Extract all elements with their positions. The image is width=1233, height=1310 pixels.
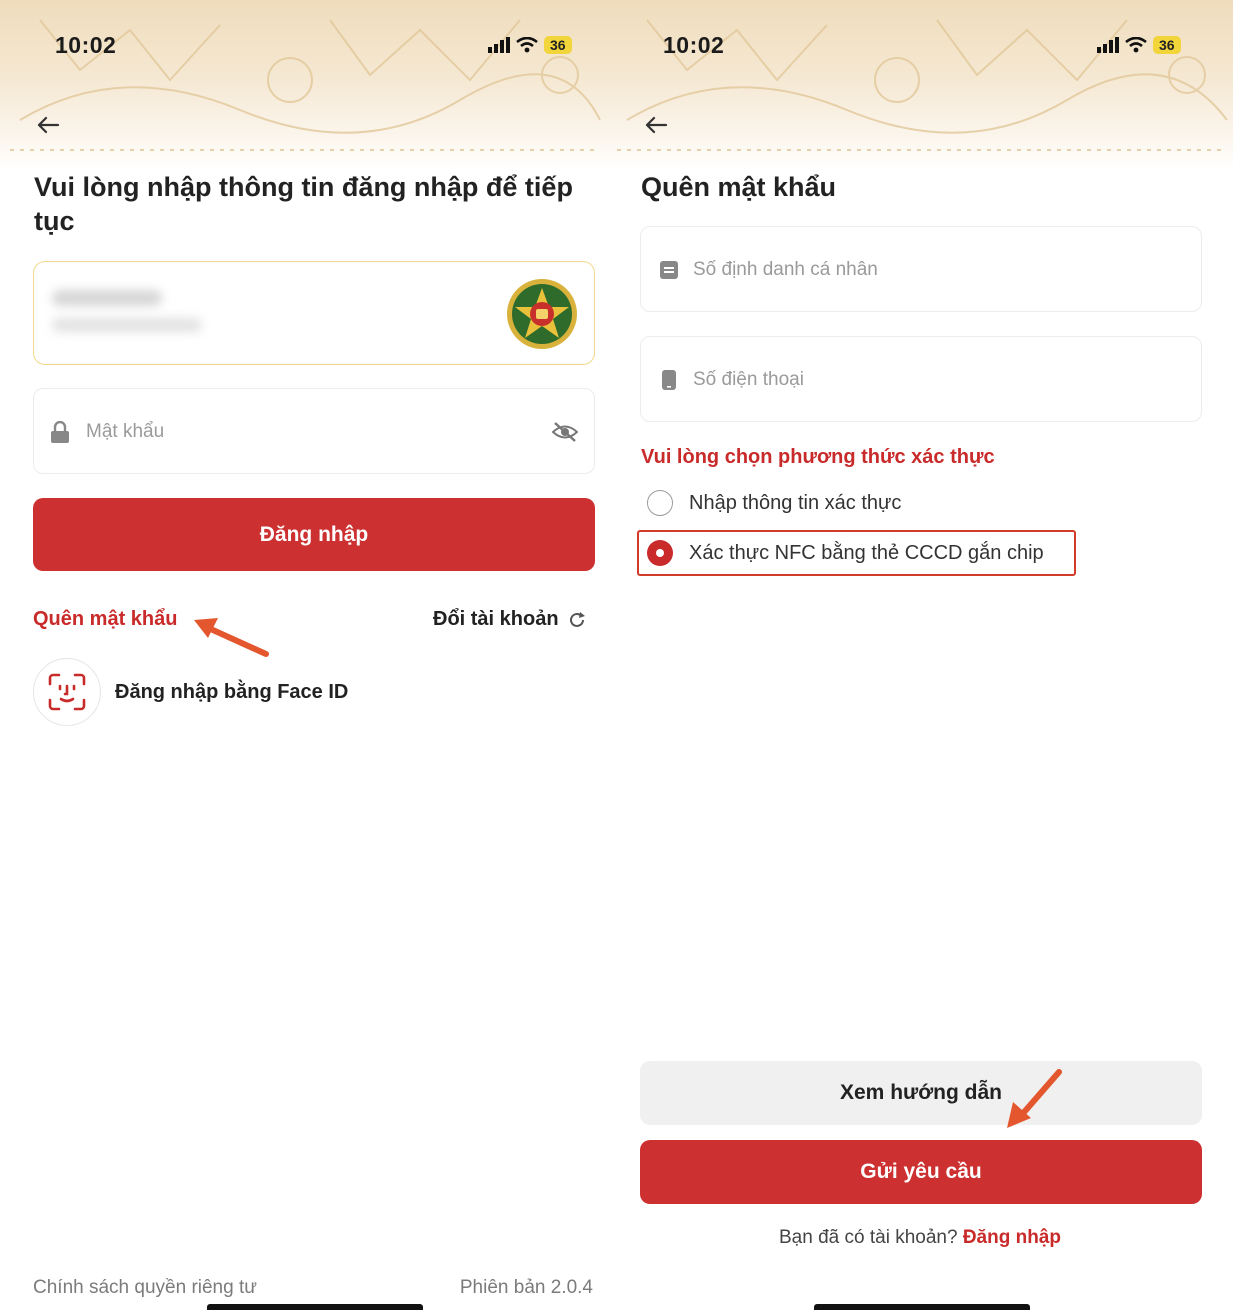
wifi-icon (1125, 37, 1147, 53)
phone-placeholder: Số điện thoại (693, 369, 804, 390)
login-prompt: Bạn đã có tài khoản? Đăng nhập (607, 1227, 1233, 1249)
battery-indicator: 36 (544, 36, 572, 54)
login-link[interactable]: Đăng nhập (963, 1227, 1061, 1248)
version-label: Phiên bản 2.0.4 (459, 1277, 593, 1298)
face-id-login[interactable]: Đăng nhập bằng Face ID (33, 658, 348, 726)
back-button[interactable] (31, 108, 65, 142)
id-card-icon (659, 260, 679, 280)
refresh-icon (569, 611, 585, 627)
password-field[interactable]: Mật khẩu (33, 388, 595, 474)
back-button[interactable] (639, 108, 673, 142)
phone-icon (661, 369, 677, 391)
signal-bars-icon (1097, 37, 1119, 53)
submit-request-button[interactable]: Gửi yêu cầu (640, 1140, 1202, 1204)
verification-method-prompt: Vui lòng chọn phương thức xác thực (641, 446, 995, 468)
blurred-account-number (52, 290, 162, 306)
face-id-icon (33, 658, 101, 726)
battery-indicator: 36 (1153, 36, 1181, 54)
radio-manual-info[interactable] (647, 490, 673, 516)
page-title: Vui lòng nhập thông tin đăng nhập để tiế… (34, 172, 573, 236)
status-icons: 36 (488, 36, 572, 54)
switch-account-label: Đổi tài khoản (433, 608, 559, 630)
arrow-left-icon (645, 116, 668, 134)
face-id-label: Đăng nhập bằng Face ID (115, 680, 349, 703)
option-manual-info[interactable]: Nhập thông tin xác thực (647, 490, 901, 516)
lock-icon (50, 421, 70, 443)
page-title: Quên mật khẩu (641, 172, 837, 202)
forgot-password-link[interactable]: Quên mật khẩu (33, 608, 177, 631)
signal-bars-icon (488, 37, 510, 53)
police-emblem-icon (507, 279, 577, 349)
arrow-left-icon (37, 116, 60, 134)
switch-account-link[interactable]: Đổi tài khoản (433, 608, 587, 631)
privacy-policy-link[interactable]: Chính sách quyền riêng tư (33, 1277, 257, 1299)
status-time: 10:02 (55, 32, 117, 58)
eye-slash-icon[interactable] (552, 421, 578, 443)
option-label: Nhập thông tin xác thực (689, 491, 902, 514)
phone-field[interactable]: Số điện thoại (640, 336, 1202, 422)
status-time: 10:02 (663, 32, 725, 58)
password-placeholder: Mật khẩu (86, 421, 165, 442)
account-field[interactable] (33, 261, 595, 365)
radio-nfc-chip[interactable] (647, 540, 673, 566)
blurred-account-name (52, 318, 202, 332)
view-guide-button[interactable]: Xem hướng dẫn (640, 1061, 1202, 1125)
header-pattern (607, 0, 1233, 170)
login-screen: 10:02 36 Vui lòng nhập thông tin đăng nh… (0, 0, 607, 1310)
home-indicator (814, 1304, 1030, 1310)
id-number-field[interactable]: Số định danh cá nhân (640, 226, 1202, 312)
login-button[interactable]: Đăng nhập (33, 498, 595, 571)
wifi-icon (516, 37, 538, 53)
home-indicator (207, 1304, 423, 1310)
id-number-placeholder: Số định danh cá nhân (693, 259, 878, 280)
option-nfc-chip[interactable]: Xác thực NFC bằng thẻ CCCD gắn chip (647, 540, 1044, 566)
account-prompt-text: Bạn đã có tài khoản? (779, 1227, 958, 1248)
forgot-password-screen: 10:02 36 Quên mật khẩu Số định danh cá n… (607, 0, 1233, 1310)
header-pattern (0, 0, 607, 170)
status-icons: 36 (1097, 36, 1181, 54)
pointer-arrow-icon (1007, 1069, 1062, 1128)
pointer-arrow-icon (194, 618, 269, 657)
option-label: Xác thực NFC bằng thẻ CCCD gắn chip (689, 541, 1044, 564)
